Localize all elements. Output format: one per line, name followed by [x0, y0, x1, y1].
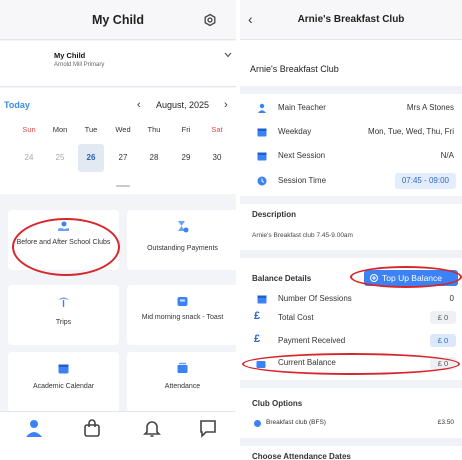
left-header: My Child: [0, 0, 236, 40]
club-page-title: Arnie's Breakfast Club: [297, 14, 405, 25]
tile-mid-morning-snack[interactable]: Mid morning snack - Toast: [127, 285, 236, 345]
calendar-date[interactable]: 29: [173, 144, 199, 172]
calendar-icon: [257, 152, 267, 161]
description-text: Arnie's Breakfast club 7.45-9.00am: [252, 232, 353, 239]
tile-outstanding-payments[interactable]: Outstanding Payments: [127, 210, 236, 270]
club-options-title: Club Options: [252, 399, 303, 408]
bell-icon[interactable]: [142, 418, 162, 438]
option-label: Breakfast club (BFS): [266, 419, 326, 426]
bottom-nav: [0, 411, 236, 460]
detail-label: Session Time: [278, 176, 327, 185]
calendar-date[interactable]: 27: [110, 144, 136, 172]
annotation-circle: [242, 353, 460, 375]
balance-value: £ 0: [430, 334, 456, 347]
pound-icon: £: [254, 333, 261, 345]
calendar-icon: [58, 364, 69, 374]
weekday-label: Sat: [211, 125, 223, 134]
option-price: £3.50: [437, 419, 454, 426]
chat-icon[interactable]: [198, 418, 218, 438]
section-gap: [240, 438, 462, 446]
shopping-bag-icon[interactable]: [82, 418, 102, 438]
annotation-circle: [12, 218, 120, 276]
tile-attendance[interactable]: Attendance: [127, 352, 236, 412]
calendar-icon: [257, 295, 267, 304]
calendar-date[interactable]: 24: [16, 144, 42, 172]
detail-label: Next Session: [278, 151, 326, 160]
prev-month-button[interactable]: ‹: [137, 99, 141, 111]
person-icon[interactable]: [24, 418, 44, 438]
balance-label: Payment Received: [278, 336, 346, 345]
weekday-label: Wed: [115, 125, 131, 134]
calendar-date[interactable]: 30: [204, 144, 230, 172]
child-selector[interactable]: My Child Arnold Mill Primary: [0, 41, 236, 87]
section-gap: [240, 380, 462, 388]
tile-label: Outstanding Payments: [147, 245, 218, 252]
balance-label: Number Of Sessions: [278, 294, 352, 303]
calendar-date[interactable]: 25: [47, 144, 73, 172]
gear-icon[interactable]: [203, 13, 217, 27]
pound-icon: £: [254, 310, 261, 322]
tile-label: Academic Calendar: [32, 383, 95, 390]
child-name: My Child: [54, 51, 86, 60]
balance-label: Total Cost: [278, 313, 314, 322]
calendar-icon: [257, 128, 267, 137]
description-title: Description: [252, 210, 297, 219]
detail-label: Weekday: [278, 127, 312, 136]
balance-value: £ 0: [430, 311, 456, 324]
chevron-down-icon[interactable]: [224, 52, 232, 58]
left-screen: My Child My Child Arnold Mill Primary To…: [0, 0, 236, 460]
today-button[interactable]: Today: [4, 100, 30, 110]
session-time-badge: 07:45 - 09:00: [394, 173, 456, 189]
weekday-label: Tue: [84, 125, 98, 134]
detail-value: Mon, Tue, Wed, Thu, Fri: [368, 127, 454, 136]
palm-tree-icon: [58, 297, 69, 307]
weekday-label: Sun: [22, 125, 36, 134]
club-name: Arnie's Breakfast Club: [250, 64, 339, 74]
page-title: My Child: [91, 13, 145, 27]
calendar-date[interactable]: 28: [141, 144, 167, 172]
attendance-icon: [177, 362, 188, 373]
balance-value: 0: [449, 294, 454, 303]
person-icon: [258, 103, 266, 113]
clock-icon: [257, 176, 267, 186]
detail-label: Main Teacher: [278, 103, 326, 112]
snack-box-icon: [177, 297, 188, 306]
tile-label: Trips: [55, 319, 72, 326]
next-month-button[interactable]: ›: [224, 99, 228, 111]
tile-label: Mid morning snack - Toast: [141, 314, 224, 321]
week-calendar: Today ‹ August, 2025 › Sun Mon Tue Wed T…: [0, 88, 236, 194]
child-school: Arnold Mill Primary: [54, 62, 105, 68]
hourglass-coin-icon: [178, 221, 189, 233]
section-gap: [240, 196, 462, 204]
detail-value: N/A: [440, 151, 454, 160]
detail-value: Mrs A Stones: [406, 103, 454, 112]
section-gap: [240, 86, 462, 94]
balance-title: Balance Details: [252, 274, 312, 283]
tile-label: Attendance: [164, 383, 201, 390]
calendar-month: August, 2025: [156, 100, 210, 110]
tile-trips[interactable]: Trips: [8, 285, 119, 345]
calendar-drag-handle[interactable]: [116, 185, 130, 187]
annotation-circle: [350, 266, 462, 288]
weekday-label: Fri: [181, 125, 191, 134]
weekday-label: Thu: [147, 125, 161, 134]
tile-academic-calendar[interactable]: Academic Calendar: [8, 352, 119, 412]
option-radio[interactable]: [254, 420, 261, 427]
attendance-dates-title: Choose Attendance Dates: [252, 452, 351, 460]
section-gap: [240, 250, 462, 258]
calendar-date-selected[interactable]: 26: [78, 144, 104, 172]
weekday-label: Mon: [52, 125, 68, 134]
right-screen: ‹ Arnie's Breakfast Club Arnie's Breakfa…: [240, 0, 462, 460]
right-header: ‹ Arnie's Breakfast Club: [240, 0, 462, 40]
